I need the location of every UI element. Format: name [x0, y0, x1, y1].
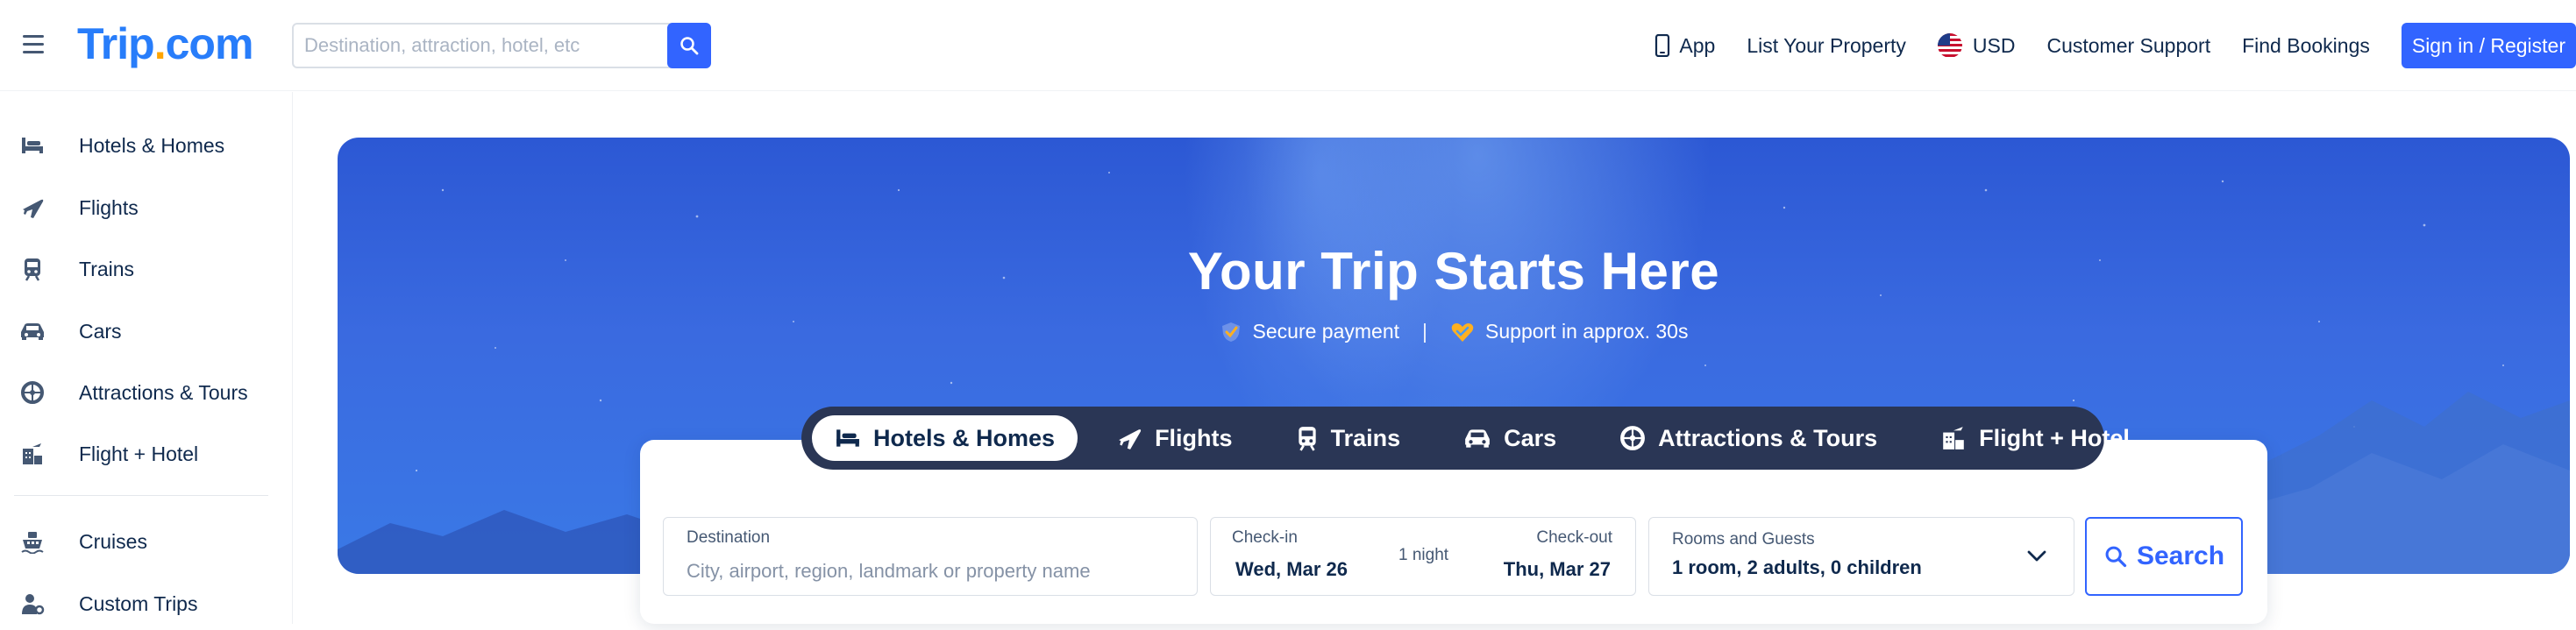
- tab-attractions[interactable]: Attractions & Tours: [1595, 415, 1902, 461]
- destination-placeholder: City, airport, region, landmark or prope…: [687, 560, 1091, 582]
- phone-icon: [1655, 34, 1670, 57]
- tab-label: Flights: [1155, 424, 1233, 451]
- logo-suffix: com: [165, 19, 254, 68]
- find-bookings-label: Find Bookings: [2242, 33, 2370, 57]
- support-heart-icon: [1451, 322, 1474, 342]
- sidebar-item-label: Trains: [79, 257, 135, 280]
- sidebar-item-hotels[interactable]: Hotels & Homes: [0, 119, 293, 172]
- destination-field[interactable]: Destination City, airport, region, landm…: [663, 517, 1198, 596]
- search-button-label: Search: [2136, 542, 2225, 570]
- header-search-input[interactable]: [304, 25, 664, 67]
- us-flag-icon: [1937, 33, 1962, 58]
- header-nav: App List Your Property USD Customer Supp…: [1623, 21, 2576, 70]
- sidebar-item-flights[interactable]: Flights: [0, 181, 293, 234]
- bed-icon: [836, 429, 859, 447]
- checkin-value: Wed, Mar 26: [1235, 558, 1348, 580]
- custom-trips-icon: [19, 591, 46, 617]
- sidebar-item-trains[interactable]: Trains: [0, 243, 293, 295]
- hero-badges: Secure payment | Support in approx. 30s: [338, 320, 2570, 343]
- hamburger-menu-icon[interactable]: [19, 30, 47, 60]
- flight-hotel-icon: [19, 441, 46, 467]
- customer-support-label: Customer Support: [2046, 33, 2211, 57]
- sidebar-item-cruises[interactable]: Cruises: [0, 515, 293, 568]
- list-property-label: List Your Property: [1747, 33, 1906, 57]
- plane-icon: [1119, 429, 1142, 449]
- rooms-guests-label: Rooms and Guests: [1672, 530, 1815, 549]
- app-label: App: [1679, 33, 1716, 57]
- tab-label: Cars: [1504, 424, 1557, 451]
- trip-com-logo[interactable]: Trip.com: [77, 16, 253, 72]
- currency-selector[interactable]: USD: [1937, 33, 2016, 58]
- checkout-label: Check-out: [1536, 528, 1612, 547]
- tab-cars[interactable]: Cars: [1439, 415, 1581, 461]
- sign-in-button[interactable]: Sign in / Register: [2401, 23, 2576, 68]
- tab-label: Trains: [1330, 424, 1401, 451]
- secure-check-icon: [1221, 322, 1240, 342]
- car-icon: [1465, 429, 1490, 448]
- rooms-guests-value: 1 room, 2 adults, 0 children: [1672, 556, 1922, 578]
- header-search-button[interactable]: [667, 23, 711, 68]
- bed-icon: [19, 132, 46, 159]
- sidebar-item-label: Custom Trips: [79, 591, 198, 615]
- hero-title: Your Trip Starts Here: [1187, 242, 1720, 301]
- train-icon: [1298, 427, 1316, 451]
- sidebar-item-label: Hotels & Homes: [79, 133, 225, 157]
- tab-label: Flight + Hotel: [1979, 424, 2130, 451]
- checkin-label: Check-in: [1232, 528, 1298, 547]
- logo-dot: .: [153, 19, 167, 68]
- tab-flights[interactable]: Flights: [1092, 415, 1257, 461]
- product-tabs: Hotels & Homes Flights Trains Cars Attra…: [801, 407, 2130, 470]
- sidebar-item-flight-hotel[interactable]: Flight + Hotel: [0, 428, 293, 480]
- destination-label: Destination: [687, 528, 771, 547]
- sidebar-item-label: Flight + Hotel: [79, 442, 199, 465]
- sidebar-divider: [14, 495, 268, 496]
- tab-hotels[interactable]: Hotels & Homes: [812, 415, 1078, 461]
- date-range-field[interactable]: Check-in Wed, Mar 26 1 night Check-out T…: [1210, 517, 1636, 596]
- search-button[interactable]: Search: [2085, 517, 2243, 596]
- sidebar-item-label: Flights: [79, 195, 139, 219]
- tab-flight-hotel[interactable]: Flight + Hotel: [1916, 415, 2154, 461]
- currency-label: USD: [1972, 33, 2016, 57]
- search-icon: [680, 37, 699, 55]
- sidebar-item-label: Attractions & Tours: [79, 380, 248, 404]
- customer-support-link[interactable]: Customer Support: [2046, 34, 2210, 58]
- tab-label: Attractions & Tours: [1658, 424, 1878, 451]
- secure-payment-text: Secure payment: [1252, 320, 1400, 343]
- header-search: [292, 23, 711, 68]
- train-icon: [19, 256, 46, 282]
- sidebar-item-label: Cruises: [79, 529, 147, 553]
- sidebar-item-attractions[interactable]: Attractions & Tours: [0, 366, 293, 419]
- night-count: 1 night: [1398, 546, 1449, 564]
- tab-trains[interactable]: Trains: [1271, 415, 1426, 461]
- sidebar-item-label: Cars: [79, 319, 122, 343]
- attractions-icon: [1620, 426, 1646, 450]
- tab-label: Hotels & Homes: [873, 424, 1056, 451]
- sidebar-item-cars[interactable]: Cars: [0, 305, 293, 357]
- top-header: Trip.com App List Your Property USD Cust…: [0, 0, 2576, 91]
- app-link[interactable]: App: [1654, 34, 1715, 58]
- car-icon: [19, 318, 46, 344]
- chevron-down-icon: [2027, 550, 2046, 562]
- sidebar: Hotels & Homes Flights Trains Cars Attra…: [0, 92, 293, 624]
- list-property-link[interactable]: List Your Property: [1747, 34, 1906, 58]
- sidebar-item-custom-trips[interactable]: Custom Trips: [0, 577, 293, 630]
- attractions-icon: [19, 379, 46, 406]
- logo-text: Trip: [77, 19, 155, 68]
- rooms-guests-field[interactable]: Rooms and Guests 1 room, 2 adults, 0 chi…: [1648, 517, 2074, 596]
- cruise-icon: [19, 528, 46, 555]
- checkout-value: Thu, Mar 27: [1503, 558, 1611, 580]
- badge-separator: |: [1422, 320, 1428, 343]
- find-bookings-link[interactable]: Find Bookings: [2242, 34, 2370, 58]
- flight-hotel-icon: [1943, 427, 1964, 449]
- plane-icon: [19, 195, 46, 221]
- support-time-text: Support in approx. 30s: [1485, 320, 1689, 343]
- search-icon: [2105, 546, 2127, 568]
